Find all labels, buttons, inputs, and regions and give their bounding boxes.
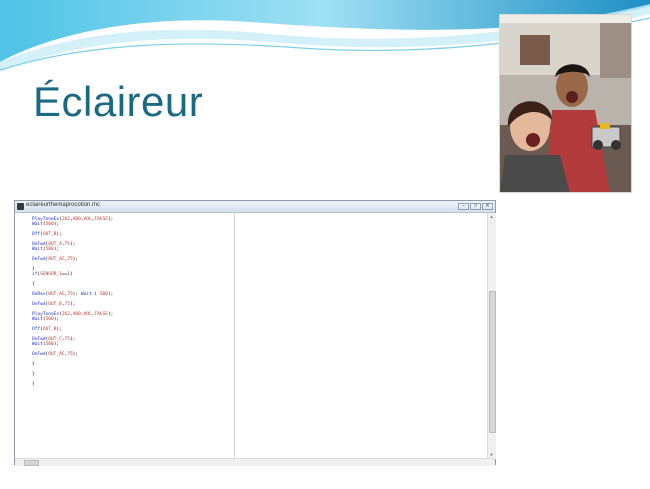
code-line: OnFwd(OUT_AC,75); <box>32 352 79 357</box>
code-line: Wait(500); <box>32 222 60 227</box>
code-line: Wait(500); <box>32 317 60 322</box>
minimize-button[interactable]: – <box>458 203 469 210</box>
code-line: OnRev(OUT_AC,75); Wait ( 500); <box>32 292 114 297</box>
horizontal-scrollbar[interactable] <box>15 458 495 466</box>
scroll-up-icon[interactable]: ▲ <box>489 214 494 219</box>
maximize-button[interactable]: □ <box>470 203 481 210</box>
vertical-scroll-thumb[interactable] <box>489 291 496 433</box>
code-line: if(SENSOR_1==1) <box>32 272 73 277</box>
code-line: Off(OUT_B); <box>32 232 62 237</box>
scroll-down-icon[interactable]: ▼ <box>489 452 494 457</box>
code-line: { <box>32 282 35 287</box>
code-line: } <box>32 382 35 387</box>
code-editor-window: eclaireurthemaprocotion.mc – □ ✕ PlayTon… <box>14 200 496 466</box>
code-line: Wait(500); <box>32 247 60 252</box>
vertical-scrollbar[interactable]: ▲ ▼ <box>487 213 496 459</box>
app-icon <box>17 203 24 210</box>
close-button[interactable]: ✕ <box>482 203 493 210</box>
code-pane[interactable]: PlayToneEx(262,400,VOL,FALSE); Wait(500);… <box>27 214 233 459</box>
window-title: eclaireurthemaprocotion.mc <box>26 202 101 208</box>
code-line: OnFwd(OUT_AC,75); <box>32 257 79 262</box>
team-photo <box>499 14 632 193</box>
code-line: Wait(500); <box>32 342 60 347</box>
window-titlebar[interactable]: eclaireurthemaprocotion.mc – □ ✕ <box>15 201 495 213</box>
code-line: OnFwd(OUT_B,75); <box>32 302 76 307</box>
code-line: Off(OUT_B); <box>32 327 62 332</box>
code-line: } <box>32 362 35 367</box>
output-pane <box>235 213 489 459</box>
slide-title: Éclaireur <box>33 78 204 125</box>
code-line: } <box>32 372 35 377</box>
horizontal-scroll-thumb[interactable] <box>24 460 39 466</box>
